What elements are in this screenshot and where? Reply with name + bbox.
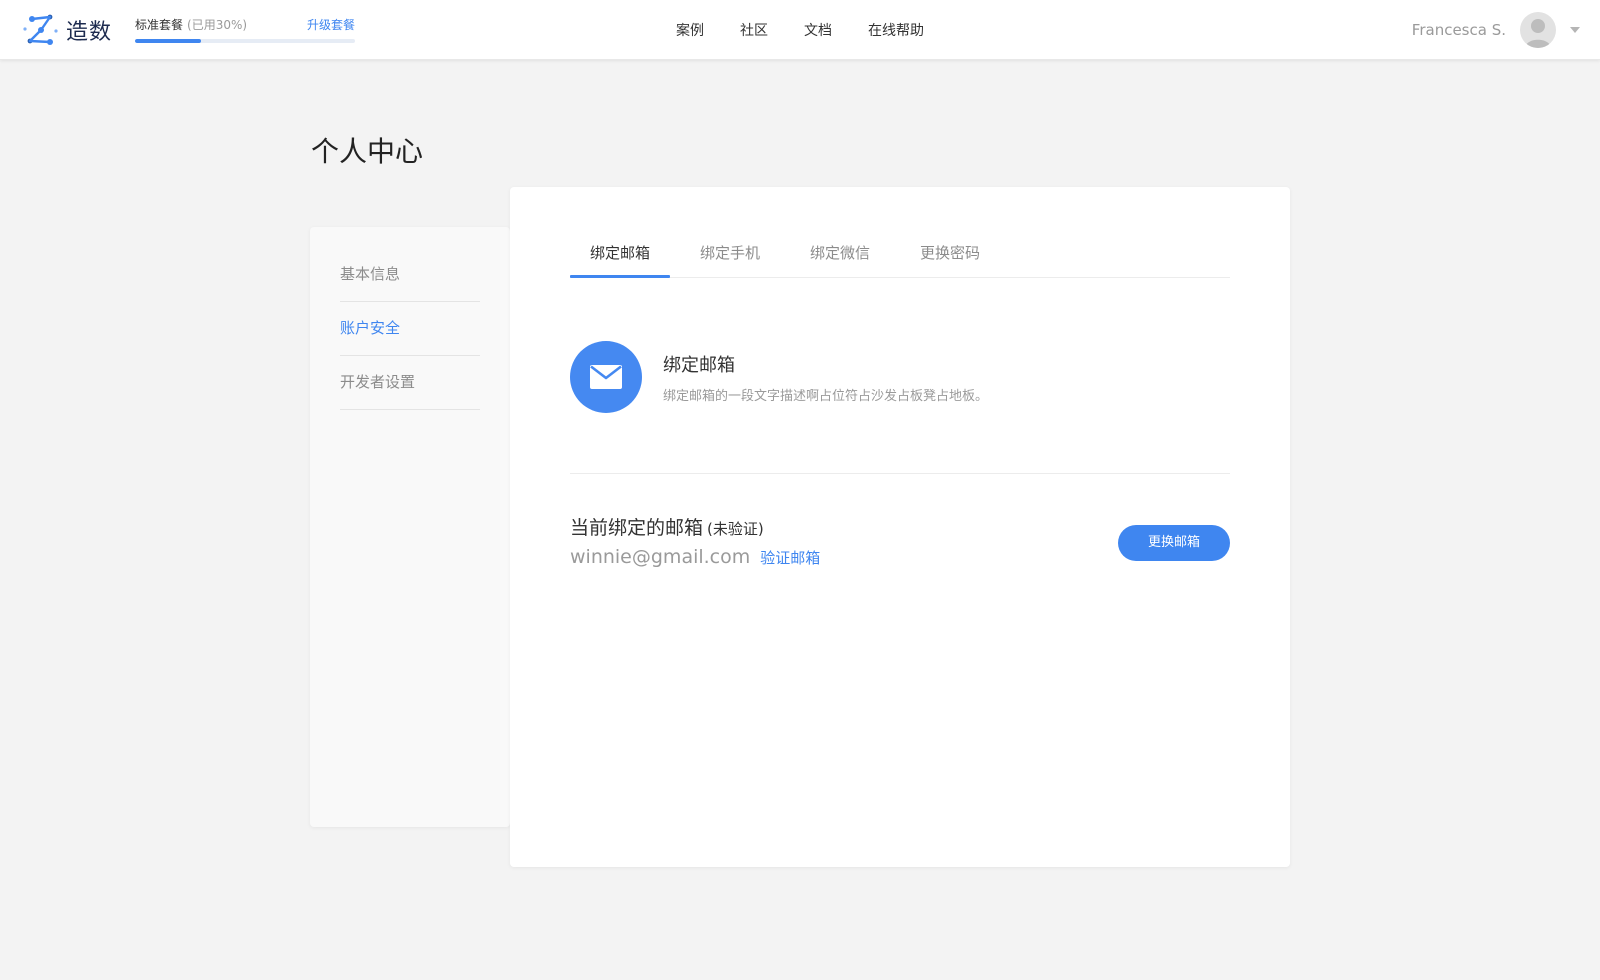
current-email-title: 当前绑定的邮箱	[570, 517, 704, 539]
plan-usage-text: (已用30%)	[187, 18, 248, 32]
upgrade-plan-link[interactable]: 升级套餐	[307, 16, 355, 33]
sidebar-item-developer-settings[interactable]: 开发者设置	[340, 355, 480, 410]
user-menu[interactable]: Francesca S.	[1412, 11, 1580, 49]
nav-item-cases[interactable]: 案例	[676, 20, 704, 40]
sidebar-item-account-security[interactable]: 账户安全	[340, 301, 480, 356]
divider	[570, 473, 1230, 474]
avatar[interactable]	[1520, 12, 1556, 48]
tab-label: 绑定微信	[809, 244, 870, 262]
nav-item-help[interactable]: 在线帮助	[868, 20, 924, 40]
tab-label: 绑定邮箱	[589, 244, 650, 262]
sidebar: 基本信息 账户安全 开发者设置	[310, 227, 510, 827]
tab-bind-email[interactable]: 绑定邮箱	[570, 235, 670, 278]
change-email-button[interactable]: 更换邮箱	[1118, 525, 1230, 561]
plan-usage: 标准套餐 (已用30%) 升级套餐	[135, 16, 355, 43]
top-bar: 造数 标准套餐 (已用30%) 升级套餐 案例 社区 文档 在线帮助 France…	[0, 0, 1600, 60]
nav-item-community[interactable]: 社区	[740, 20, 768, 40]
current-email-block: 当前绑定的邮箱 (未验证) winnie@gmail.com 验证邮箱	[570, 513, 820, 568]
main-panel: 绑定邮箱 绑定手机 绑定微信 更换密码 绑定邮箱 绑定邮箱的一段文字描述啊占位符…	[510, 187, 1290, 867]
mail-icon-badge	[570, 341, 642, 413]
nav-item-docs[interactable]: 文档	[804, 20, 832, 40]
sidebar-item-basic-info[interactable]: 基本信息	[340, 247, 480, 302]
active-tab-indicator	[570, 275, 670, 278]
plan-name: 标准套餐	[135, 18, 184, 32]
page-title: 个人中心	[311, 135, 424, 168]
section-title: 绑定邮箱	[663, 355, 735, 376]
plan-progress-fill	[135, 39, 201, 43]
chevron-down-icon[interactable]	[1570, 27, 1580, 33]
avatar-icon	[1525, 19, 1551, 48]
brand-name: 造数	[66, 20, 113, 45]
section-description: 绑定邮箱的一段文字描述啊占位符占沙发占板凳占地板。	[663, 389, 989, 404]
main-nav: 案例 社区 文档 在线帮助	[676, 0, 960, 59]
tab-bar: 绑定邮箱 绑定手机 绑定微信 更换密码	[570, 235, 1230, 278]
verify-email-link[interactable]: 验证邮箱	[760, 547, 820, 568]
tab-label: 更换密码	[919, 244, 980, 262]
tab-change-password[interactable]: 更换密码	[900, 235, 1000, 277]
logo[interactable]: 造数	[22, 11, 112, 49]
user-name: Francesca S.	[1411, 21, 1506, 39]
plan-progress-bar	[135, 39, 355, 43]
tab-bind-wechat[interactable]: 绑定微信	[790, 235, 890, 277]
email-info: 绑定邮箱 绑定邮箱的一段文字描述啊占位符占沙发占板凳占地板。	[570, 341, 1230, 413]
logo-icon	[23, 14, 58, 45]
tab-bind-phone[interactable]: 绑定手机	[680, 235, 780, 277]
tab-label: 绑定手机	[699, 244, 760, 262]
verification-status: (未验证)	[707, 520, 764, 538]
current-email-value: winnie@gmail.com	[570, 546, 751, 568]
mail-icon	[590, 365, 622, 389]
